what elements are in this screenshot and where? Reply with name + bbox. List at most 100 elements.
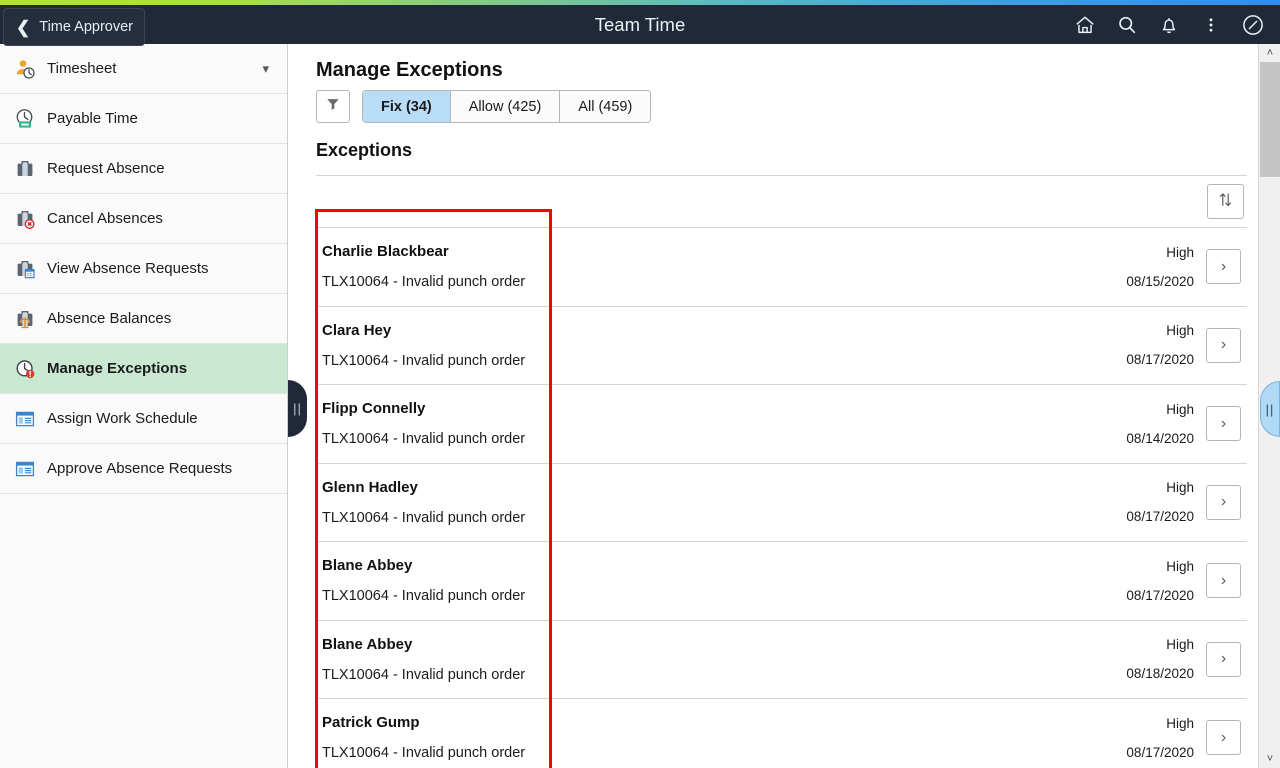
home-icon[interactable]	[1066, 8, 1104, 42]
exception-employee-name: Flipp Connelly	[322, 400, 426, 418]
exception-date: 08/18/2020	[1126, 666, 1194, 682]
exception-row[interactable]: Blane Abbey TLX10064 - Invalid punch ord…	[316, 621, 1247, 699]
page-title: Manage Exceptions	[316, 59, 503, 81]
exception-row[interactable]: Flipp Connelly TLX10064 - Invalid punch …	[316, 385, 1247, 464]
request-absence-icon	[12, 156, 38, 182]
sidebar-item-label: Approve Absence Requests	[47, 460, 233, 477]
exception-description: TLX10064 - Invalid punch order	[322, 509, 526, 526]
exception-detail-chevron-button[interactable]: ›	[1206, 563, 1241, 599]
notifications-icon[interactable]	[1150, 8, 1188, 42]
timesheet-icon	[12, 56, 38, 82]
left-navigation-sidebar: Timesheet ▾ Payable Time Request Absence	[0, 44, 288, 768]
exception-employee-cell: Blane Abbey TLX10064 - Invalid punch ord…	[316, 557, 551, 604]
exception-row[interactable]: Blane Abbey TLX10064 - Invalid punch ord…	[316, 542, 1247, 621]
cancel-absences-icon	[12, 206, 38, 232]
exception-meta-cell: High 08/15/2020	[1076, 245, 1206, 289]
sidebar-item-cancel-absences[interactable]: Cancel Absences	[0, 194, 287, 244]
exception-employee-name: Charlie Blackbear	[322, 243, 449, 261]
back-to-time-approver-button[interactable]: ❮ Time Approver	[3, 8, 145, 46]
sidebar-item-request-absence[interactable]: Request Absence	[0, 144, 287, 194]
chevron-down-icon[interactable]: ▾	[262, 61, 269, 77]
sidebar-item-label: Assign Work Schedule	[47, 410, 198, 427]
filter-funnel-icon	[325, 96, 341, 117]
exception-meta-cell: High 08/18/2020	[1076, 637, 1206, 681]
sidebar-item-payable-time[interactable]: Payable Time	[0, 94, 287, 144]
sidebar-item-label: Cancel Absences	[47, 210, 163, 227]
exception-severity: High	[1166, 480, 1194, 496]
tab-allow[interactable]: Allow (425)	[450, 91, 561, 122]
right-panel-handle-label: ||	[1265, 401, 1275, 417]
sidebar-item-label: Timesheet	[47, 60, 117, 77]
exception-meta-cell: High 08/17/2020	[1076, 716, 1206, 760]
sort-button[interactable]	[1207, 184, 1244, 219]
main-content-panel: Manage Exceptions Fix (34) Allow (425) A…	[289, 44, 1258, 768]
navbar-compass-icon[interactable]	[1234, 8, 1272, 42]
exceptions-list-toolbar	[316, 176, 1247, 228]
sidebar-item-absence-balances[interactable]: Absence Balances	[0, 294, 287, 344]
sidebar-item-timesheet[interactable]: Timesheet ▾	[0, 44, 287, 94]
tab-all[interactable]: All (459)	[560, 91, 651, 122]
manage-exceptions-icon	[12, 356, 38, 382]
exception-row[interactable]: Patrick Gump TLX10064 - Invalid punch or…	[316, 699, 1247, 768]
filter-button[interactable]	[316, 90, 350, 123]
sort-ascending-descending-icon	[1217, 191, 1234, 213]
exception-date: 08/17/2020	[1126, 352, 1194, 368]
exception-detail-chevron-button[interactable]: ›	[1206, 484, 1241, 520]
exception-row[interactable]: Glenn Hadley TLX10064 - Invalid punch or…	[316, 464, 1247, 542]
exception-date: 08/17/2020	[1126, 587, 1194, 603]
exception-date: 08/15/2020	[1126, 273, 1194, 289]
exception-description: TLX10064 - Invalid punch order	[322, 745, 526, 762]
tab-fix[interactable]: Fix (34)	[363, 91, 451, 122]
sidebar-item-assign-work-schedule[interactable]: Assign Work Schedule	[0, 394, 287, 444]
exception-detail-chevron-button[interactable]: ›	[1206, 641, 1241, 677]
exception-severity: High	[1166, 401, 1194, 417]
exceptions-list: Charlie Blackbear TLX10064 - Invalid pun…	[316, 175, 1247, 768]
actions-menu-icon[interactable]	[1192, 8, 1230, 42]
exception-employee-cell: Patrick Gump TLX10064 - Invalid punch or…	[316, 714, 551, 761]
exception-employee-name: Blane Abbey	[322, 557, 413, 575]
sidebar-item-label: View Absence Requests	[47, 260, 209, 277]
exception-row[interactable]: Charlie Blackbear TLX10064 - Invalid pun…	[316, 228, 1247, 307]
sidebar-item-label: Manage Exceptions	[47, 360, 188, 377]
exception-employee-cell: Glenn Hadley TLX10064 - Invalid punch or…	[316, 479, 551, 526]
header-icon-group	[1066, 5, 1272, 44]
exception-description: TLX10064 - Invalid punch order	[322, 352, 526, 369]
exception-detail-chevron-button[interactable]: ›	[1206, 720, 1241, 756]
right-panel-expand-handle[interactable]: ||	[1260, 381, 1280, 437]
exception-row[interactable]: Clara Hey TLX10064 - Invalid punch order…	[316, 307, 1247, 385]
exception-status-tabs: Fix (34) Allow (425) All (459)	[362, 90, 652, 123]
sidebar-item-label: Request Absence	[47, 160, 165, 177]
exception-detail-chevron-button[interactable]: ›	[1206, 327, 1241, 363]
search-icon[interactable]	[1108, 8, 1146, 42]
exception-employee-cell: Clara Hey TLX10064 - Invalid punch order	[316, 322, 551, 369]
exception-description: TLX10064 - Invalid punch order	[322, 274, 526, 291]
exception-detail-chevron-button[interactable]: ›	[1206, 249, 1241, 285]
sidebar-item-approve-absence-requests[interactable]: Approve Absence Requests	[0, 444, 287, 494]
sidebar-item-manage-exceptions[interactable]: Manage Exceptions	[0, 344, 287, 394]
back-chevron-icon: ❮	[16, 17, 31, 37]
exception-employee-cell: Flipp Connelly TLX10064 - Invalid punch …	[316, 400, 551, 447]
exception-date: 08/17/2020	[1126, 509, 1194, 525]
sidebar-item-label: Absence Balances	[47, 310, 172, 327]
exception-employee-name: Glenn Hadley	[322, 478, 418, 496]
exception-description: TLX10064 - Invalid punch order	[322, 588, 526, 605]
exception-employee-cell: Charlie Blackbear TLX10064 - Invalid pun…	[316, 243, 551, 290]
exception-severity: High	[1166, 558, 1194, 574]
exception-severity: High	[1166, 715, 1194, 731]
approve-absence-requests-icon	[12, 456, 38, 482]
sidebar-item-label: Payable Time	[47, 110, 138, 127]
scrollbar-thumb[interactable]	[1260, 62, 1280, 177]
scroll-up-arrow-icon[interactable]: ˄	[1259, 44, 1280, 62]
sidebar-item-view-absence-requests[interactable]: View Absence Requests	[0, 244, 287, 294]
payable-time-icon	[12, 106, 38, 132]
exception-meta-cell: High 08/17/2020	[1076, 323, 1206, 367]
section-title: Exceptions	[316, 140, 413, 160]
exception-employee-name: Clara Hey	[322, 321, 392, 339]
view-absence-requests-icon	[12, 256, 38, 282]
exception-employee-name: Patrick Gump	[322, 714, 420, 732]
exception-date: 08/17/2020	[1126, 744, 1194, 760]
exception-date: 08/14/2020	[1126, 430, 1194, 446]
exception-detail-chevron-button[interactable]: ›	[1206, 406, 1241, 442]
scroll-down-arrow-icon[interactable]: ˅	[1259, 750, 1280, 768]
exception-filter-toolbar: Fix (34) Allow (425) All (459)	[289, 82, 1258, 123]
